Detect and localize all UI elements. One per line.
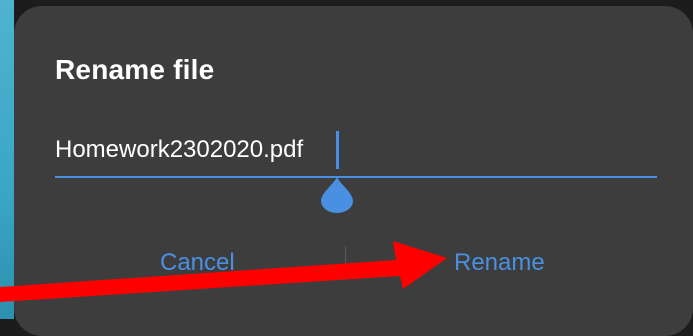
- background-app-strip: [0, 0, 14, 319]
- filename-input-underline: [55, 176, 657, 178]
- text-selection-handle-icon[interactable]: [319, 177, 355, 213]
- filename-value: Homework2302020.pdf: [55, 136, 304, 163]
- dialog-title: Rename file: [55, 54, 215, 85]
- button-divider: [345, 246, 346, 280]
- rename-button[interactable]: Rename: [454, 249, 545, 277]
- cancel-button[interactable]: Cancel: [160, 249, 235, 277]
- filename-input[interactable]: Homework2302020.pdf: [55, 131, 657, 173]
- text-cursor: [336, 131, 339, 169]
- rename-file-dialog: Rename file Homework2302020.pdf Cancel R…: [14, 6, 693, 336]
